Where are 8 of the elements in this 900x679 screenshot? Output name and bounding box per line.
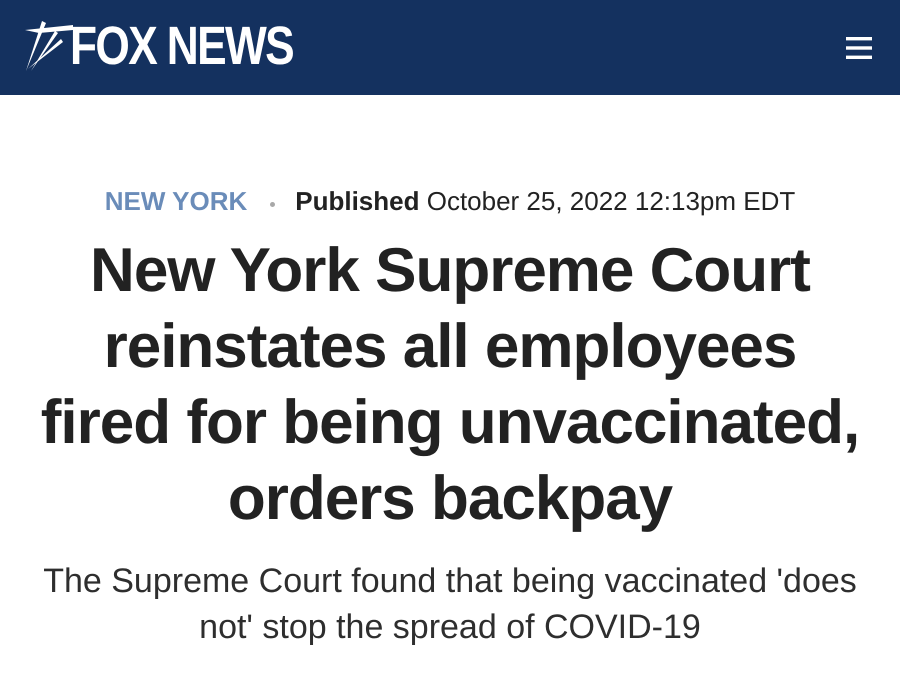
menu-icon <box>846 36 872 58</box>
headline: New York Supreme Court reinstates all employees fired for being unvaccinated, orders backpay <box>40 235 860 535</box>
logo-wordmark[interactable]: FOX NEWS <box>70 18 294 74</box>
separator-dot-icon <box>270 202 276 206</box>
menu-button[interactable] <box>846 36 872 58</box>
publish-date: Published October 25, 2022 12:13pm EDT <box>295 186 796 216</box>
subheadline: The Supreme Court found that being vaccinated 'does not' stop the spread of COVID-19 <box>42 561 858 648</box>
spark-icon <box>25 20 73 72</box>
